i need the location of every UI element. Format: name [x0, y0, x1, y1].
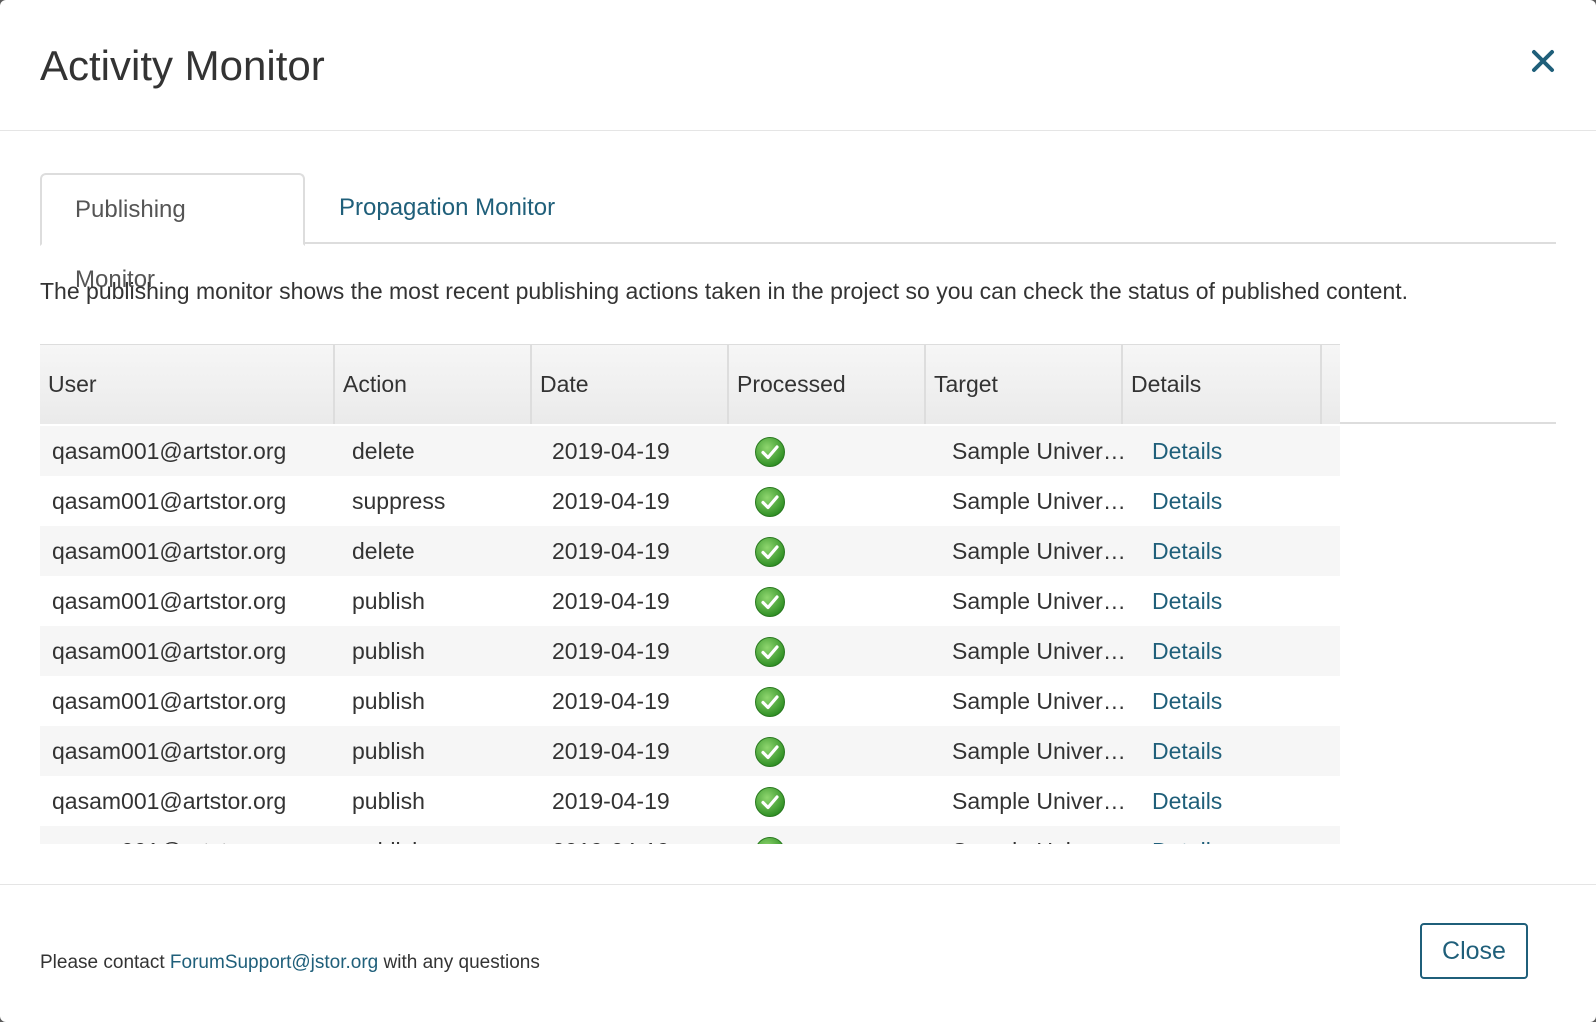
column-header-action[interactable]: Action [335, 344, 532, 424]
action-cell: publish [352, 688, 425, 714]
table-row: qasam001@artstor.org publish 2019-04-19 Sam… [40, 626, 1340, 676]
activity-monitor-modal: Activity Monitor Publishing Monitor Prop… [0, 0, 1596, 1022]
column-header-details[interactable]: Details [1123, 344, 1322, 424]
processed-cell [754, 726, 794, 776]
user-cell: qasam001@artstor.org [52, 588, 287, 614]
details-link[interactable]: Details [1152, 626, 1302, 676]
user-cell: qasam001@artstor.org [52, 688, 287, 714]
user-cell: qasam001@artstor.org [52, 438, 287, 464]
user-cell: qasam001@artstor.org [52, 538, 287, 564]
support-email-link[interactable]: ForumSupport@jstor.org [170, 952, 378, 973]
action-cell: delete [352, 438, 415, 464]
target-cell: Sample University [952, 538, 1132, 564]
target-cell: Sample University [952, 788, 1132, 814]
details-link[interactable]: Details [1152, 826, 1302, 844]
date-cell: 2019-04-19 [552, 438, 670, 464]
table-row: qasam001@artstor.org publish 2019-04-19 Sam… [40, 726, 1340, 776]
date-cell: 2019-04-19 [552, 488, 670, 514]
target-cell: Sample University [952, 588, 1132, 614]
details-link[interactable]: Details [1152, 676, 1302, 726]
check-icon [755, 487, 785, 517]
target-cell: Sample University [952, 438, 1132, 464]
processed-cell [754, 476, 794, 526]
table-row: qasam001@artstor.org delete 2019-04-19 Samp… [40, 526, 1340, 576]
check-icon [755, 737, 785, 767]
modal-header: Activity Monitor [0, 0, 1596, 131]
details-link[interactable]: Details [1152, 476, 1302, 526]
close-button[interactable]: Close [1420, 923, 1528, 979]
date-cell: 2019-04-19 [552, 538, 670, 564]
column-header-processed[interactable]: Processed [729, 344, 926, 424]
footer-text: Please contact ForumSupport@jstor.org wi… [40, 951, 540, 975]
processed-cell [754, 776, 794, 826]
user-cell: qasam001@artstor.org [52, 638, 287, 664]
target-cell: Sample University [952, 688, 1132, 714]
close-icon[interactable] [1530, 48, 1556, 74]
processed-cell [754, 526, 794, 576]
target-cell: Sample University [952, 488, 1132, 514]
details-link[interactable]: Details [1152, 776, 1302, 826]
details-link[interactable]: Details [1152, 526, 1302, 576]
table-row: qasam001@artstor.org publish 2019-04-19 Sam… [40, 676, 1340, 726]
modal-title: Activity Monitor [40, 42, 325, 89]
processed-cell [754, 826, 794, 844]
user-cell: qasam001@artstor.org [52, 738, 287, 764]
action-cell: suppress [352, 488, 446, 514]
check-icon [757, 837, 783, 844]
table-row: qasam001@artstor.org publish 2019-04-19 Sam… [40, 826, 1340, 844]
date-cell: 2019-04-19 [552, 588, 670, 614]
user-cell: qasam001@artstor.org [52, 788, 287, 814]
target-cell: Sample University [952, 738, 1132, 764]
date-cell: 2019-04-19 [552, 738, 670, 764]
action-cell: publish [352, 788, 425, 814]
table-row: qasam001@artstor.org suppress 2019-04-19 Sa… [40, 476, 1340, 526]
check-icon [755, 687, 785, 717]
monitor-description: The publishing monitor shows the most re… [40, 278, 1409, 304]
action-cell: publish [352, 588, 425, 614]
tab-bar: Publishing Monitor Propagation Monitor [40, 173, 1556, 293]
date-cell: 2019-04-19 [552, 788, 670, 814]
check-icon [755, 587, 785, 617]
check-icon [755, 787, 785, 817]
date-cell: 2019-04-19 [552, 826, 742, 844]
details-link[interactable]: Details [1152, 726, 1302, 776]
table-row: qasam001@artstor.org publish 2019-04-19 Sam… [40, 576, 1340, 626]
action-cell: delete [352, 538, 415, 564]
table-row: qasam001@artstor.org publish 2019-04-19 Sam… [40, 776, 1340, 826]
column-header-target[interactable]: Target [926, 344, 1123, 424]
modal-footer: Please contact ForumSupport@jstor.org wi… [0, 885, 1596, 1022]
column-header-date[interactable]: Date [532, 344, 729, 424]
target-cell: Sample University [952, 826, 1132, 844]
processed-cell [754, 626, 794, 676]
tab-publishing-monitor[interactable]: Publishing Monitor [40, 173, 305, 293]
processed-cell [754, 576, 794, 626]
date-cell: 2019-04-19 [552, 688, 670, 714]
action-cell: publish [352, 826, 542, 844]
action-cell: publish [352, 638, 425, 664]
footer-text-before: Please contact [40, 952, 170, 973]
check-icon [755, 537, 785, 567]
date-cell: 2019-04-19 [552, 638, 670, 664]
user-cell: qasam001@artstor.org [52, 488, 287, 514]
publishing-table: User Action Date Processed Target Detail… [40, 344, 1556, 844]
processed-cell [754, 676, 794, 726]
user-cell: qasam001@artstor.org [52, 826, 337, 844]
footer-text-after: with any questions [378, 952, 540, 973]
details-link[interactable]: Details [1152, 426, 1302, 476]
details-link[interactable]: Details [1152, 576, 1302, 626]
check-icon [755, 637, 785, 667]
check-icon [755, 437, 785, 467]
table-header: User Action Date Processed Target Detail… [40, 344, 1556, 424]
table-row: qasam001@artstor.org delete 2019-04-19 Samp… [40, 426, 1340, 476]
processed-cell [754, 426, 794, 476]
column-header-user[interactable]: User [40, 344, 335, 424]
tab-propagation-monitor[interactable]: Propagation Monitor [306, 173, 588, 244]
target-cell: Sample University [952, 638, 1132, 664]
action-cell: publish [352, 738, 425, 764]
modal-body: Publishing Monitor Propagation Monitor T… [0, 131, 1596, 885]
